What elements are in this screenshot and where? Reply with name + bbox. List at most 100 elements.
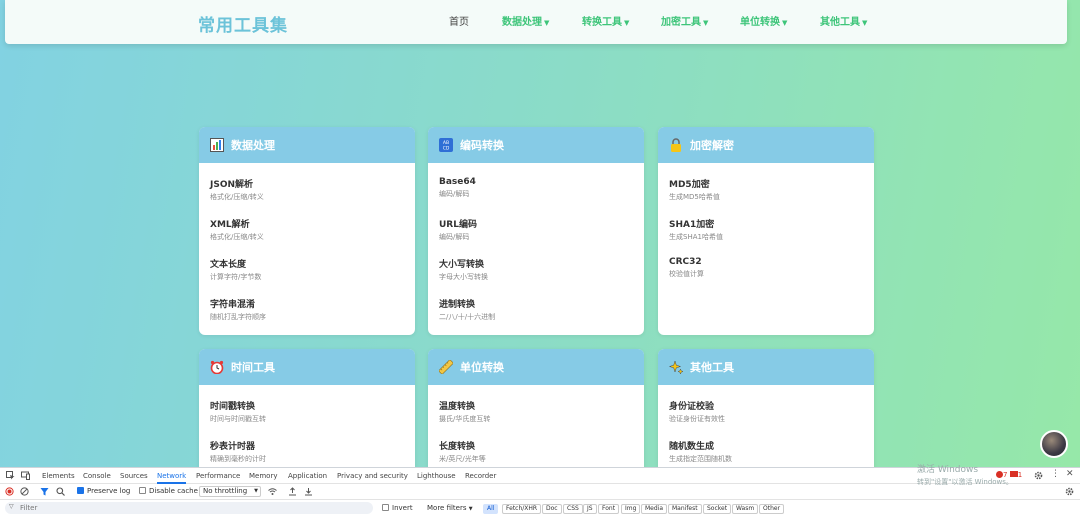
card-header: 其他工具	[658, 349, 874, 385]
type-filter-js[interactable]: JS	[583, 504, 597, 514]
invert-checkbox[interactable]: Invert	[382, 504, 413, 512]
card-header: 单位转换	[428, 349, 644, 385]
tool-crc32[interactable]: CRC32 校验值计算	[669, 257, 863, 297]
tab-application[interactable]: Application	[288, 472, 327, 480]
type-filter-doc[interactable]: Doc	[542, 504, 562, 514]
tool-timestamp[interactable]: 时间戳转换时间与时间戳互转	[210, 399, 404, 439]
invert-label: Invert	[392, 504, 413, 512]
nav-label: 其他工具	[820, 17, 860, 28]
more-options-icon[interactable]: ⋮	[1051, 469, 1060, 479]
gear-icon[interactable]	[1034, 471, 1043, 482]
tab-sources[interactable]: Sources	[120, 472, 148, 480]
tool-name: 字符串混淆	[210, 300, 256, 310]
tool-name: 温度转换	[439, 402, 476, 412]
tool-name: URL编码	[439, 220, 477, 230]
warning-count: 1	[1017, 471, 1023, 479]
search-icon[interactable]	[56, 487, 65, 498]
tab-lighthouse[interactable]: Lighthouse	[417, 472, 456, 480]
tool-name: SHA1加密	[669, 220, 715, 230]
nav-home[interactable]: 首页	[449, 13, 469, 28]
card-title: 编码转换	[460, 139, 504, 152]
tool-desc: 时间与时间戳互转	[210, 415, 266, 423]
nav-label: 转换工具	[582, 17, 622, 28]
wifi-icon[interactable]	[268, 487, 277, 498]
card-header: 加密解密	[658, 127, 874, 163]
nav-convert-tools[interactable]: 转换工具 ▼	[582, 13, 629, 28]
tool-base64[interactable]: Base64 编码/解码	[439, 177, 633, 217]
tab-console[interactable]: Console	[83, 472, 111, 480]
nav-label: 数据处理	[502, 17, 542, 28]
tab-performance[interactable]: Performance	[196, 472, 240, 480]
tool-name: MD5加密	[669, 180, 710, 190]
type-filter-wasm[interactable]: Wasm	[732, 504, 759, 514]
type-filter-all[interactable]: All	[483, 504, 499, 514]
tab-recorder[interactable]: Recorder	[465, 472, 496, 480]
card-data-processing: 数据处理 JSON解析 格式化/压缩/转义 XML解析 格式化/压缩/转义 文本长度…	[199, 127, 415, 335]
tab-privacy-security[interactable]: Privacy and security	[337, 472, 408, 480]
tool-name: 时间戳转换	[210, 402, 256, 412]
nav-data-processing[interactable]: 数据处理 ▼	[502, 13, 549, 28]
tool-name: Base64	[439, 177, 476, 187]
disable-cache-checkbox[interactable]: Disable cache	[139, 487, 198, 495]
filter-icon[interactable]	[40, 487, 49, 498]
preserve-log-checkbox[interactable]: Preserve log	[77, 487, 130, 495]
tool-case-convert[interactable]: 大小写转换 字母大小写转换	[439, 257, 633, 297]
nav-label: 单位转换	[740, 17, 780, 28]
tool-url-encode[interactable]: URL编码 编码/解码	[439, 217, 633, 257]
inspect-element-icon[interactable]	[6, 471, 15, 482]
tool-desc: 生成MD5哈希值	[669, 193, 720, 201]
tool-name: 身份证校验	[669, 402, 715, 412]
record-icon[interactable]	[5, 487, 14, 498]
card-header: AB CD 编码转换	[428, 127, 644, 163]
windows-activation-watermark: 激活 Windows 转到"设置"以激活 Windows。	[917, 464, 1013, 488]
type-filter-fetch-xhr[interactable]: Fetch/XHR	[502, 504, 542, 514]
card-time-tools: 时间工具 时间戳转换 时间与时间戳互转 秒表计时器 精确到毫秒的计时	[199, 349, 415, 479]
type-filter-socket[interactable]: Socket	[703, 504, 732, 514]
tool-desc: 摄氏/华氏度互转	[439, 415, 491, 423]
tool-radix-convert[interactable]: 进制转换 二/八/十/十六进制	[439, 297, 633, 335]
upload-icon[interactable]	[288, 487, 297, 498]
more-filters-dropdown[interactable]: More filters ▼	[427, 504, 473, 512]
tool-sha1[interactable]: SHA1加密 生成SHA1哈希值	[669, 217, 863, 257]
chevron-down-icon: ▼	[624, 19, 630, 27]
download-icon[interactable]	[304, 487, 313, 498]
watermark-subtitle: 转到"设置"以激活 Windows。	[917, 478, 1013, 486]
close-icon[interactable]: ✕	[1066, 469, 1074, 479]
clear-icon[interactable]	[20, 487, 29, 498]
type-filter-font[interactable]: Font	[598, 504, 620, 514]
tool-string-obfuscate[interactable]: 字符串混淆 随机打乱字符顺序	[210, 297, 404, 335]
network-settings-gear-icon[interactable]	[1065, 487, 1074, 498]
tool-temperature[interactable]: 温度转换摄氏/华氏度互转	[439, 399, 633, 439]
chevron-down-icon: ▼	[782, 19, 788, 27]
tool-text-length[interactable]: 文本长度 计算字符/字节数	[210, 257, 404, 297]
tab-memory[interactable]: Memory	[249, 472, 277, 480]
tool-json-parse[interactable]: JSON解析 格式化/压缩/转义	[210, 177, 404, 217]
filter-input[interactable]: ▽ Filter	[5, 502, 373, 514]
tool-name: 大小写转换	[439, 260, 485, 270]
tool-desc: 精确到毫秒的计时	[210, 455, 266, 463]
tool-md5[interactable]: MD5加密生成MD5哈希值	[669, 177, 863, 217]
type-filter-media[interactable]: Media	[641, 504, 668, 514]
throttling-select[interactable]: No throttling ▼	[199, 486, 261, 497]
type-filter-manifest[interactable]: Manifest	[668, 504, 702, 514]
card-title: 其他工具	[690, 361, 734, 374]
nav-other-tools[interactable]: 其他工具 ▼	[820, 13, 867, 28]
tool-name: 文本长度	[210, 260, 247, 270]
type-filter-css[interactable]: CSS	[563, 504, 583, 514]
tool-id-card-check[interactable]: 身份证校验 验证身份证有效性	[669, 399, 863, 439]
chevron-down-icon: ▼	[468, 506, 473, 512]
type-filter-other[interactable]: Other	[759, 504, 785, 514]
nav-unit-convert[interactable]: 单位转换 ▼	[740, 13, 787, 28]
tab-network[interactable]: Network	[157, 472, 187, 484]
nav-encrypt-tools[interactable]: 加密工具 ▼	[661, 13, 708, 28]
device-toolbar-icon[interactable]	[21, 471, 30, 482]
tool-name: 秒表计时器	[210, 442, 256, 452]
sparkles-icon	[669, 360, 683, 374]
type-filter-img[interactable]: Img	[621, 504, 641, 514]
tool-xml-parse[interactable]: XML解析 格式化/压缩/转义	[210, 217, 404, 257]
card-header: 数据处理	[199, 127, 415, 163]
avatar[interactable]	[1040, 430, 1068, 458]
card-encoding: AB CD 编码转换 Base64 编码/解码 URL编码 编码/解码 大小写转换 字母…	[428, 127, 644, 335]
tab-elements[interactable]: Elements	[42, 472, 75, 480]
site-logo[interactable]: 常用工具集	[198, 11, 288, 36]
